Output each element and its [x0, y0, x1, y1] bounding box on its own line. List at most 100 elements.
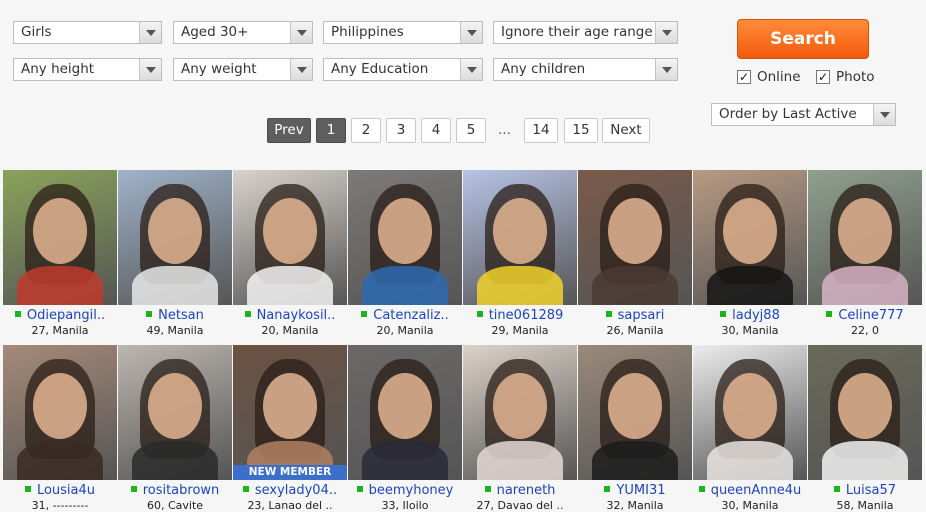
profile-name-link[interactable]: beemyhoney — [348, 483, 462, 498]
page-3-button[interactable]: 3 — [386, 118, 416, 143]
profile-name[interactable]: tine061289 — [489, 308, 564, 323]
photo-body-shape — [592, 441, 678, 480]
profile-photo[interactable] — [233, 170, 347, 305]
profile-card[interactable]: Catenzaliz.. 20, Manila — [348, 170, 462, 340]
photo-body-shape — [707, 266, 793, 305]
order-select[interactable]: Order by Last Active — [711, 103, 896, 126]
checkmark-icon[interactable]: ✓ — [816, 70, 830, 84]
profile-card[interactable]: Odiepangil.. 27, Manila — [3, 170, 117, 340]
profile-name-link[interactable]: rositabrown — [118, 483, 232, 498]
education-select-value: Any Education — [331, 61, 429, 77]
profile-name[interactable]: Luisa57 — [846, 483, 896, 498]
profile-name-link[interactable]: sapsari — [578, 308, 692, 323]
profile-name-link[interactable]: sexylady04.. — [233, 483, 347, 498]
profile-card[interactable]: Nanaykosil.. 20, Manila — [233, 170, 347, 340]
profile-card[interactable]: nareneth 27, Davao del .. — [463, 345, 577, 512]
prev-button[interactable]: Prev — [267, 118, 311, 143]
profile-photo[interactable] — [3, 345, 117, 480]
profile-name[interactable]: Catenzaliz.. — [373, 308, 448, 323]
education-select[interactable]: Any Education — [323, 58, 483, 81]
children-select[interactable]: Any children — [493, 58, 678, 81]
profile-age-location: 26, Manila — [606, 324, 664, 337]
profile-card[interactable]: rositabrown 60, Cavite — [118, 345, 232, 512]
photo-body-shape — [477, 441, 563, 480]
profile-photo[interactable] — [463, 170, 577, 305]
online-status-icon — [242, 486, 249, 492]
height-select[interactable]: Any height — [13, 58, 162, 81]
profile-name-link[interactable]: Lousia4u — [3, 483, 117, 498]
profile-card[interactable]: Celine777 22, 0 — [808, 170, 922, 340]
profile-name-link[interactable]: Netsan — [118, 308, 232, 323]
age-select[interactable]: Aged 30+ — [173, 21, 313, 44]
profile-name[interactable]: Nanaykosil.. — [257, 308, 336, 323]
profile-name-link[interactable]: ladyj88 — [693, 308, 807, 323]
profile-name-link[interactable]: queenAnne4u — [693, 483, 807, 498]
page-2-button[interactable]: 2 — [351, 118, 381, 143]
profile-name[interactable]: beemyhoney — [369, 483, 454, 498]
profile-photo[interactable] — [118, 345, 232, 480]
photo-face-shape — [493, 373, 547, 439]
profile-card[interactable]: ladyj88 30, Manila — [693, 170, 807, 340]
profile-photo[interactable] — [118, 170, 232, 305]
profile-card[interactable]: sapsari 26, Manila — [578, 170, 692, 340]
profile-name[interactable]: Lousia4u — [37, 483, 95, 498]
profile-name[interactable]: Odiepangil.. — [27, 308, 105, 323]
profile-name[interactable]: nareneth — [497, 483, 556, 498]
profile-name[interactable]: YUMI31 — [616, 483, 665, 498]
profile-name[interactable]: queenAnne4u — [711, 483, 802, 498]
photo-body-shape — [477, 266, 563, 305]
profile-photo[interactable] — [808, 345, 922, 480]
page-4-button[interactable]: 4 — [421, 118, 451, 143]
profile-photo[interactable] — [808, 170, 922, 305]
online-checkbox[interactable]: ✓ Online — [737, 68, 801, 86]
photo-checkbox[interactable]: ✓ Photo — [816, 68, 875, 86]
profile-name-link[interactable]: Celine777 — [808, 308, 922, 323]
page-15-button[interactable]: 15 — [564, 118, 598, 143]
profile-name-link[interactable]: Odiepangil.. — [3, 308, 117, 323]
profile-name-link[interactable]: Luisa57 — [808, 483, 922, 498]
profile-age-location: 29, Manila — [491, 324, 549, 337]
country-select[interactable]: Philippines — [323, 21, 483, 44]
profile-photo[interactable]: NEW MEMBER — [233, 345, 347, 480]
page-1-button[interactable]: 1 — [316, 118, 346, 143]
profile-name[interactable]: sexylady04.. — [255, 483, 337, 498]
profile-name[interactable]: Netsan — [158, 308, 204, 323]
page-14-button[interactable]: 14 — [524, 118, 558, 143]
weight-select[interactable]: Any weight — [173, 58, 313, 81]
online-status-icon — [484, 486, 491, 492]
profile-card[interactable]: beemyhoney 33, Iloilo — [348, 345, 462, 512]
profile-card[interactable]: YUMI31 32, Manila — [578, 345, 692, 512]
pagination-ellipsis: ... — [498, 122, 511, 138]
profile-name-link[interactable]: YUMI31 — [578, 483, 692, 498]
profile-card[interactable]: Luisa57 58, Manila — [808, 345, 922, 512]
profile-photo[interactable] — [693, 345, 807, 480]
profile-name-link[interactable]: Nanaykosil.. — [233, 308, 347, 323]
profile-name[interactable]: rositabrown — [143, 483, 220, 498]
profile-photo[interactable] — [693, 170, 807, 305]
profile-card[interactable]: queenAnne4u 30, Manila — [693, 345, 807, 512]
profile-card[interactable]: NEW MEMBER sexylady04.. 23, Lanao del .. — [233, 345, 347, 512]
profile-card[interactable]: tine061289 29, Manila — [463, 170, 577, 340]
profile-name[interactable]: Celine777 — [838, 308, 903, 323]
profile-card[interactable]: Lousia4u 31, --------- — [3, 345, 117, 512]
profile-photo[interactable] — [348, 345, 462, 480]
profile-name-link[interactable]: tine061289 — [463, 308, 577, 323]
page-5-button[interactable]: 5 — [456, 118, 486, 143]
gender-select[interactable]: Girls — [13, 21, 162, 44]
profile-photo[interactable] — [3, 170, 117, 305]
profile-name-link[interactable]: Catenzaliz.. — [348, 308, 462, 323]
profile-photo[interactable] — [578, 345, 692, 480]
profile-photo[interactable] — [463, 345, 577, 480]
next-button[interactable]: Next — [602, 118, 650, 143]
profile-photo[interactable] — [578, 170, 692, 305]
checkmark-icon[interactable]: ✓ — [737, 70, 751, 84]
profile-name-link[interactable]: nareneth — [463, 483, 577, 498]
profile-name[interactable]: ladyj88 — [732, 308, 780, 323]
profile-card[interactable]: Netsan 49, Manila — [118, 170, 232, 340]
photo-face-shape — [148, 373, 202, 439]
photo-face-shape — [148, 198, 202, 264]
profile-name[interactable]: sapsari — [618, 308, 665, 323]
search-button[interactable]: Search — [737, 19, 869, 59]
age-range-select[interactable]: Ignore their age range — [493, 21, 678, 44]
profile-photo[interactable] — [348, 170, 462, 305]
